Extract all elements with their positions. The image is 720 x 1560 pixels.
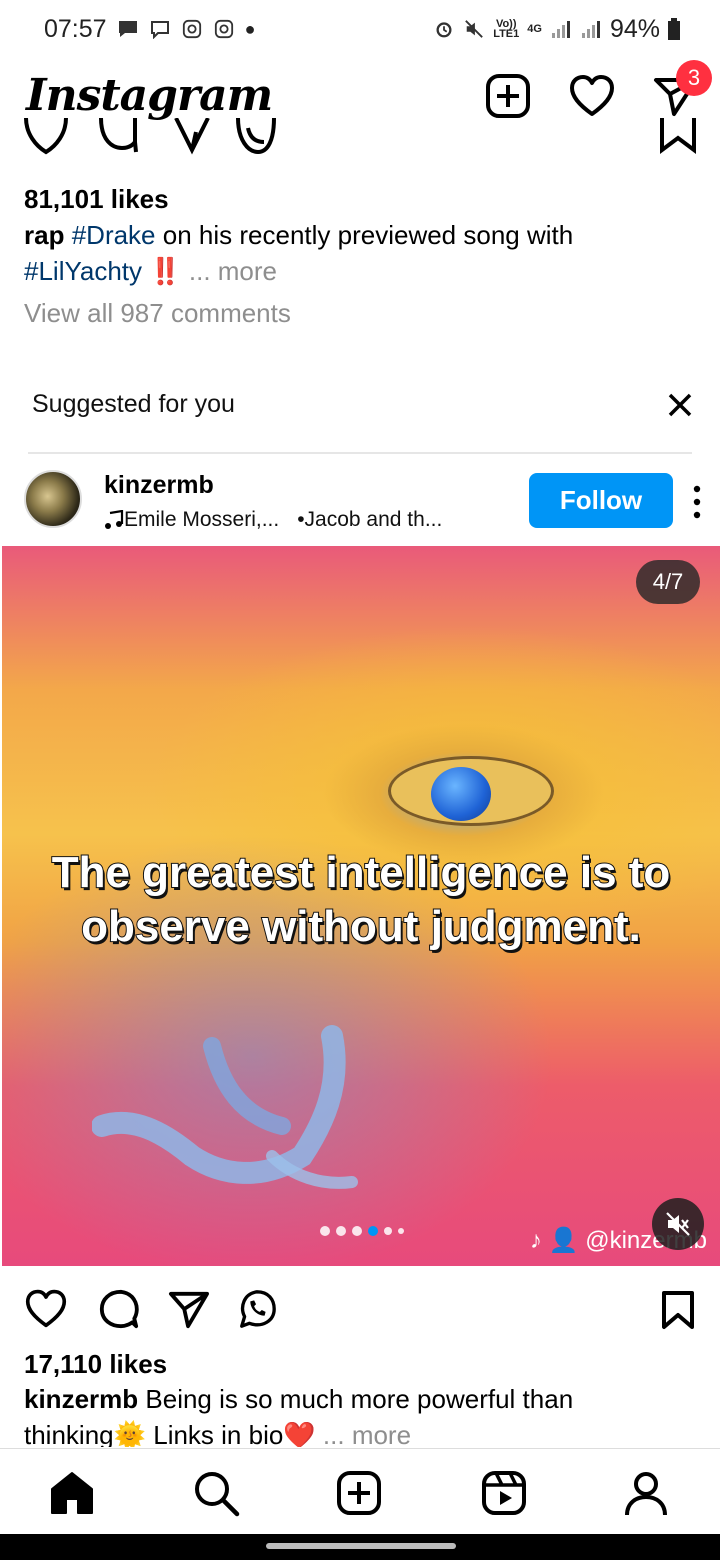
share-icon[interactable] <box>168 1290 210 1330</box>
carousel-counter: 4/7 <box>636 560 700 604</box>
comment-icon[interactable] <box>98 118 138 158</box>
post-caption: kinzermb Being is so much more powerful … <box>24 1381 704 1447</box>
more-notifications-dot-icon: ● <box>244 18 256 39</box>
falling-figure <box>92 1025 358 1189</box>
painted-eye <box>388 756 554 826</box>
hashtag-lilyachty[interactable]: #LilYachty <box>24 256 142 286</box>
bookmark-icon[interactable] <box>658 118 698 158</box>
new-post-icon[interactable] <box>484 72 532 120</box>
alarm-icon <box>436 22 452 38</box>
audio-artist: Emile Mosseri,... <box>124 508 280 531</box>
search-icon[interactable] <box>192 1469 240 1517</box>
previous-post-actions <box>0 118 720 168</box>
caption-lead[interactable]: rap <box>24 220 64 250</box>
overlay-line-2: observe without judgment. <box>80 901 642 952</box>
mute-icon <box>666 1212 690 1236</box>
whatsapp-icon[interactable] <box>236 118 276 158</box>
heart-icon[interactable] <box>568 72 616 120</box>
suggested-title: Suggested for you <box>32 390 235 418</box>
mute-status-icon <box>465 20 484 38</box>
home-gesture-pill[interactable] <box>266 1543 456 1549</box>
tiktok-icon: ♪ <box>530 1227 542 1254</box>
status-bar: 07:57 ● Vo)) LTE1 4G 94% <box>0 0 720 58</box>
chat-app-icon <box>150 21 169 39</box>
caption-text: on his recently previewed song with <box>162 220 574 250</box>
user-icon: 👤 <box>548 1227 579 1254</box>
instagram-notif-icon <box>182 19 201 39</box>
suggested-divider <box>28 452 692 454</box>
carousel-dot <box>336 1226 346 1236</box>
data-type: 4G <box>527 23 542 35</box>
hashtag-drake[interactable]: #Drake <box>72 220 156 250</box>
reels-icon[interactable] <box>480 1469 528 1517</box>
caption-more[interactable]: ... more <box>189 256 277 286</box>
previous-post-likes[interactable]: 81,101 likes <box>24 184 169 215</box>
previous-post-caption: rap #Drake on his recently previewed son… <box>24 217 704 289</box>
signal-icon-2 <box>581 21 600 38</box>
carousel-dot-active <box>368 1226 378 1236</box>
share-icon[interactable] <box>172 118 212 158</box>
heart-icon[interactable] <box>24 1287 68 1329</box>
sun-emoji: 🌞 <box>113 1420 146 1447</box>
network-indicator: Vo)) LTE1 <box>493 18 520 40</box>
post-audio[interactable]: Emile Mosseri,... •Jacob and th... <box>104 508 442 532</box>
message-icon <box>118 21 137 37</box>
clock: 07:57 <box>44 14 107 43</box>
caption-word: thinking <box>24 1420 114 1447</box>
caption-username[interactable]: kinzermb <box>24 1384 138 1414</box>
heart-emoji: ❤️ <box>283 1420 316 1447</box>
comment-icon[interactable] <box>98 1288 140 1330</box>
battery-percent: 94% <box>609 14 660 43</box>
instagram-notif-icon-2 <box>214 19 233 39</box>
create-icon[interactable] <box>335 1469 383 1517</box>
whatsapp-icon[interactable] <box>236 1288 278 1330</box>
home-icon[interactable] <box>48 1469 96 1517</box>
double-exclamation-emoji: ‼️ <box>149 256 182 286</box>
carousel-dot <box>384 1227 392 1235</box>
eye-iris <box>431 767 491 821</box>
music-note-icon <box>105 510 124 529</box>
post-username[interactable]: kinzermb <box>104 471 214 500</box>
notification-badge: 3 <box>676 60 712 96</box>
caption-text: Being is so much more powerful than <box>145 1384 574 1414</box>
bottom-navigation <box>0 1448 720 1534</box>
caption-more[interactable]: ... more <box>323 1420 411 1447</box>
post-image[interactable]: The greatest intelligence is to observe … <box>2 546 720 1266</box>
overlay-line-1: The greatest intelligence is to <box>51 847 672 898</box>
instagram-logo[interactable]: Instagram <box>26 70 273 121</box>
view-comments-link[interactable]: View all 987 comments <box>24 298 291 329</box>
follow-button[interactable]: Follow <box>529 473 673 528</box>
carousel-dots <box>320 1226 404 1236</box>
more-options-icon[interactable] <box>690 485 704 519</box>
system-navigation-bar <box>0 1534 720 1560</box>
avatar[interactable] <box>24 470 82 528</box>
signal-icon <box>551 21 570 38</box>
carousel-dot <box>320 1226 330 1236</box>
audio-extra: •Jacob and th... <box>297 508 443 531</box>
mute-button[interactable] <box>652 1198 704 1250</box>
caption-links: Links in bio <box>153 1420 284 1447</box>
bookmark-icon[interactable] <box>660 1289 696 1331</box>
heart-icon[interactable] <box>24 118 68 158</box>
overlay-quote: The greatest intelligence is to observe … <box>2 846 720 954</box>
post-likes[interactable]: 17,110 likes <box>24 1349 167 1380</box>
profile-icon[interactable] <box>622 1469 670 1517</box>
carousel-dot <box>398 1228 404 1234</box>
battery-icon <box>668 18 680 40</box>
carousel-dot <box>352 1226 362 1236</box>
close-icon[interactable] <box>666 391 694 419</box>
